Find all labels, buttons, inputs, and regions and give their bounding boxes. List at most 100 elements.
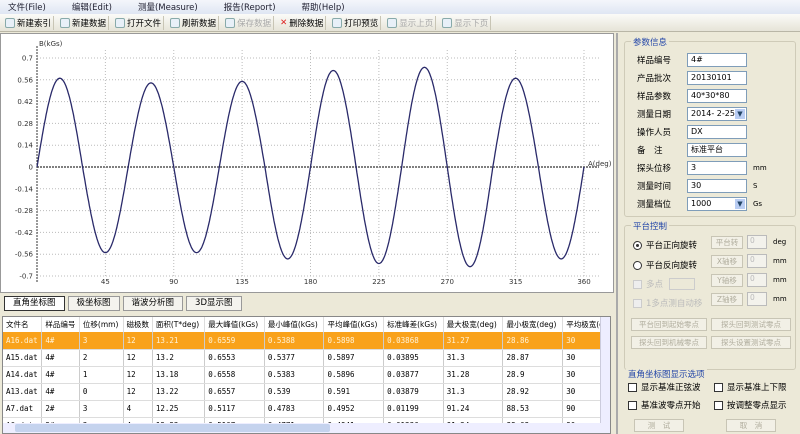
toolbar-button[interactable]: 显示下页 [440, 15, 492, 30]
multipoint-auto-checkbox[interactable]: 1多点测自动移 [633, 297, 702, 309]
checkbox-icon [633, 279, 642, 289]
toolbar-label: 显示下页 [454, 18, 489, 29]
open-folder-icon [115, 17, 126, 28]
option-zero-start[interactable]: 基准波零点开始 [628, 399, 701, 411]
table-row[interactable]: A7.dat 2# 3 4 12.25 0.5117 0.4783 0.4952 0.01199… [3, 400, 610, 418]
y-tick-label: -0.7 [19, 273, 33, 281]
menu-file[interactable]: 文件(File) [8, 1, 46, 13]
param-input[interactable]: 标准平台 [687, 142, 747, 157]
param-unit: Gs [753, 199, 763, 208]
y-tick-label: -0.42 [15, 229, 33, 237]
param-input[interactable]: 3 [687, 160, 747, 175]
param-input[interactable]: 30 [687, 178, 747, 193]
table-cell: 13.2 [152, 349, 206, 367]
scroll-thumb[interactable] [15, 424, 330, 432]
tab-harmonic[interactable]: 谐波分析图 [122, 296, 184, 311]
y-tick-label: 0 [29, 164, 33, 172]
table-cell: 4 [123, 400, 153, 418]
toolbar-button[interactable]: 新建数据 [58, 15, 110, 30]
column-header[interactable]: 样品编号 [41, 317, 80, 332]
param-input[interactable]: 40*30*80 [687, 88, 747, 103]
table-row[interactable]: A15.dat 4# 2 12 13.2 0.6553 0.5377 0.5897 0.0389… [3, 349, 610, 367]
multipoint-checkbox[interactable]: 多点 [633, 278, 696, 290]
option-adjusted-zero[interactable]: 按调整零点显示 [714, 399, 787, 411]
chart-panel: 0.7 0.56 0.42 0.28 0.14 0 -0.14 -0.28 -0.42 -0.56… [0, 33, 614, 293]
toolbar-button[interactable]: 显示上页 [385, 15, 437, 30]
axis-move-button[interactable]: 平台转 [711, 236, 743, 249]
chevron-down-icon[interactable]: ▼ [735, 198, 745, 209]
axis-value-input[interactable]: 0 [747, 254, 767, 268]
param-input[interactable]: 4# [687, 52, 747, 67]
column-header[interactable]: 最小极宽(deg) [502, 317, 564, 332]
axis-move-button[interactable]: Y轴移 [711, 274, 743, 287]
new-index-icon [5, 17, 15, 28]
param-input[interactable]: 1000 ▼ [687, 196, 747, 211]
param-unit: mm [753, 163, 767, 172]
toolbar-button[interactable]: ✕ 删除数据 [278, 15, 327, 30]
param-value: 2014- 2-25 [691, 108, 735, 118]
column-header[interactable]: 最大峰值(kGs) [204, 317, 265, 332]
platform-home-button[interactable]: 平台回到起始零点 [631, 318, 707, 331]
radio-forward[interactable]: 平台正向旋转 [633, 239, 697, 251]
radio-reverse[interactable]: 平台反向旋转 [633, 259, 697, 271]
toolbar-button[interactable]: 打印预览 [330, 15, 382, 30]
option-label: 显示基准正弦波 [641, 383, 701, 393]
param-input[interactable]: 2014- 2-25 ▼ [687, 106, 747, 121]
table-cell: 0.03868 [383, 332, 444, 350]
right-panel: 参数信息 样品编号 4# 产品批次 20130101 样品参数 40*30*80 测量日期 2… [616, 33, 800, 434]
column-header[interactable]: 标准峰差(kGs) [383, 317, 444, 332]
tab-cartesian[interactable]: 直角坐标图 [4, 296, 65, 311]
axis-unit: mm [773, 295, 787, 303]
test-button[interactable]: 测 试 [634, 419, 684, 432]
probe-test-zero-button[interactable]: 探头回到测试零点 [711, 318, 791, 331]
column-header[interactable]: 位移(mm) [79, 317, 124, 332]
tab-3d[interactable]: 3D显示图 [186, 296, 242, 311]
toolbar-button[interactable]: 打开文件 [113, 15, 165, 30]
toolbar-button[interactable]: 新建索引 [3, 15, 55, 30]
y-tick-label: -0.28 [15, 207, 33, 215]
column-header[interactable]: 面积(T*deg) [152, 317, 206, 332]
table-row[interactable]: A13.dat 4# 0 12 13.22 0.6557 0.539 0.591 0.03879… [3, 383, 610, 401]
column-header[interactable]: 最大极宽(deg) [443, 317, 504, 332]
probe-set-zero-button[interactable]: 探头设置测试零点 [711, 336, 791, 349]
chevron-down-icon[interactable]: ▼ [735, 108, 745, 119]
table-cell: 12.25 [152, 400, 206, 418]
vertical-scrollbar[interactable] [600, 317, 610, 425]
toolbar-label: 新建索引 [17, 18, 52, 29]
option-limits[interactable]: 显示基准上下限 [714, 381, 787, 393]
param-input[interactable]: DX [687, 124, 747, 139]
checkbox-icon [633, 298, 642, 308]
column-header[interactable]: 文件名 [3, 317, 43, 332]
axis-value-input[interactable]: 0 [747, 273, 767, 287]
table-cell: 0.5896 [323, 366, 385, 384]
column-header[interactable]: 平均峰值(kGs) [323, 317, 385, 332]
param-row: 备 注 标准平台 [637, 142, 747, 157]
table-cell: 12 [123, 332, 153, 350]
cancel-button[interactable]: 取 消 [726, 419, 776, 432]
menu-edit[interactable]: 编辑(Edit) [72, 1, 112, 13]
axis-move-button[interactable]: Z轴移 [711, 293, 743, 306]
table-row[interactable]: A14.dat 4# 1 12 13.18 0.6558 0.5383 0.5896 0.038… [3, 366, 610, 384]
axis-move-button[interactable]: X轴移 [711, 255, 743, 268]
probe-mech-zero-button[interactable]: 探头回到机械零点 [631, 336, 707, 349]
column-header[interactable]: 最小峰值(kGs) [264, 317, 325, 332]
menu-report[interactable]: 报告(Report) [224, 1, 276, 13]
toolbar-label: 显示上页 [399, 18, 434, 29]
table-cell: 91.24 [443, 400, 504, 418]
menu-help[interactable]: 帮助(Help) [302, 1, 345, 13]
menu-measure[interactable]: 测量(Measure) [138, 1, 198, 13]
option-sine[interactable]: 显示基准正弦波 [628, 381, 701, 393]
column-header[interactable]: 磁极数 [123, 317, 153, 332]
toolbar-button[interactable]: 刷新数据 [168, 15, 220, 30]
x-tick-label: 270 [441, 278, 454, 286]
axis-value-input[interactable]: 0 [747, 235, 767, 249]
table-row[interactable]: A16.dat 4# 3 12 13.21 0.6559 0.5388 0.5898 0.038… [3, 332, 610, 350]
table-cell: 0 [79, 383, 124, 401]
multipoint-select[interactable] [669, 278, 696, 290]
axis-value-input[interactable]: 0 [747, 292, 767, 306]
toolbar-button[interactable]: 保存数据 [223, 15, 275, 30]
tab-polar[interactable]: 极坐标图 [67, 296, 120, 311]
param-input[interactable]: 20130101 [687, 70, 747, 85]
table-cell: 2# [41, 400, 80, 418]
horizontal-scrollbar[interactable] [3, 423, 610, 433]
